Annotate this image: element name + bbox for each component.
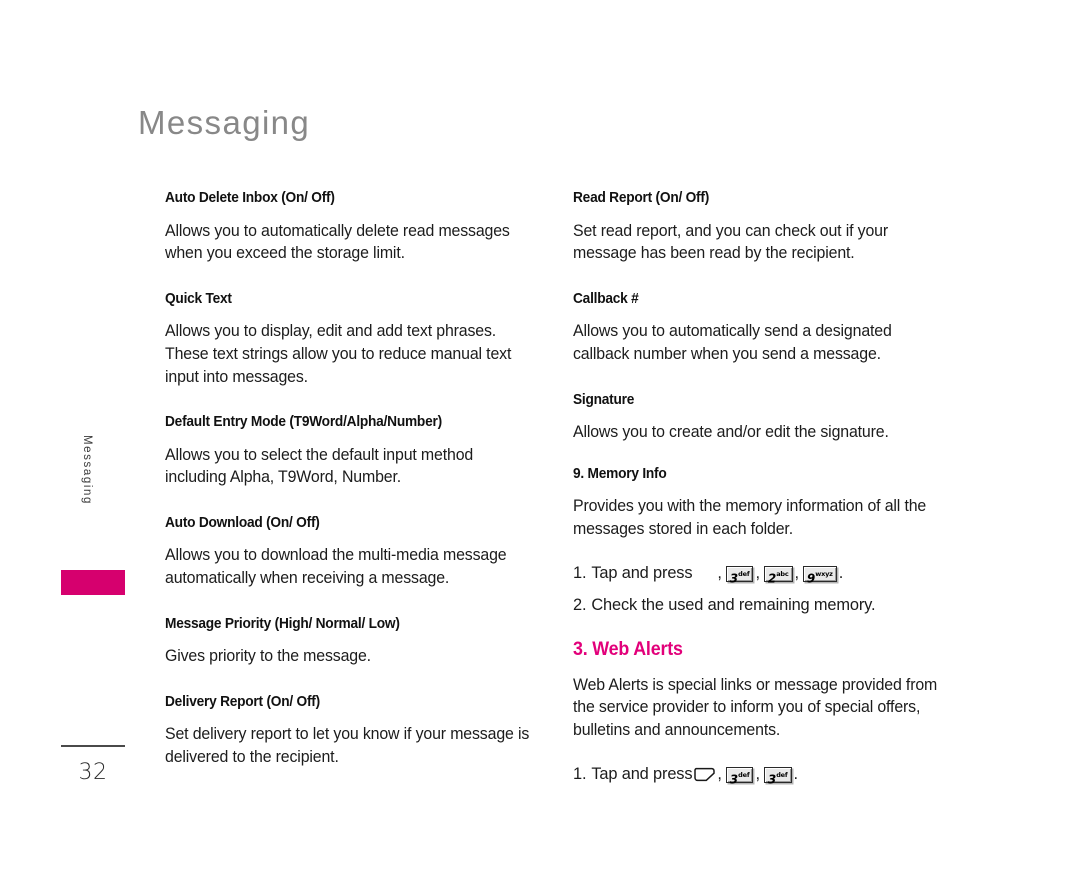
section-body-read-report: Set read report, and you can check out i… <box>573 221 889 263</box>
key-3-def-icon: 3def <box>725 766 754 787</box>
memory-info-step-1-text: Tap and press <box>591 564 693 583</box>
section-heading-memory-info: 9. Memory Info <box>573 465 667 482</box>
key-3-def-icon: 3def <box>763 766 792 787</box>
section-heading-delivery-report: Delivery Report (On/ Off) <box>165 693 320 710</box>
section-body-message-priority: Gives priority to the message. <box>165 647 371 666</box>
key-9-wxyz-icon: 9wxyz <box>802 565 837 586</box>
section-body-signature: Allows you to create and/or edit the sig… <box>573 423 889 442</box>
section-body-callback-number: Allows you to automatically send a desig… <box>573 322 892 363</box>
section-body-auto-download: Allows you to download the multi-media m… <box>165 546 507 588</box>
section-heading-message-priority: Message Priority (High/ Normal/ Low) <box>165 615 400 632</box>
memory-info-step-2: 2. Check the used and remaining memory. <box>573 594 957 616</box>
key-9-wxyz-digit: 9 <box>806 571 815 586</box>
key-3-def-digit: 3 <box>729 772 738 787</box>
memory-info-step-2-number: 2. <box>573 595 587 614</box>
left-column: Auto Delete Inbox (On/ Off) Allows you t… <box>165 190 549 795</box>
key-2-abc-sub: abc <box>776 569 789 578</box>
section-body-memory-info: Provides you with the memory information… <box>573 497 927 538</box>
memory-info-step-1-terminator: . <box>838 564 844 583</box>
footer-divider <box>61 745 125 747</box>
key-3-def-digit: 3 <box>729 571 738 586</box>
web-alerts-step-1-separator-1: , <box>717 765 722 784</box>
section-heading-auto-download: Auto Download (On/ Off) <box>165 514 320 531</box>
section-body-web-alerts: Web Alerts is special links or message p… <box>573 675 938 739</box>
web-alerts-step-1-separator-2: , <box>755 765 760 784</box>
memory-info-step-1-number: 1. <box>573 564 587 583</box>
page-number: 32 <box>78 760 108 785</box>
key-3-def-icon: 3def <box>725 565 754 586</box>
web-alerts-step-1-terminator: . <box>793 765 799 784</box>
web-alerts-step-1-text: Tap and press <box>591 765 693 784</box>
section-body-delivery-report: Set delivery report to let you know if y… <box>165 725 530 767</box>
key-3-def-sub: def <box>776 770 788 779</box>
manual-page: Messaging Messaging 32 Auto Delete Inbox… <box>0 0 1080 896</box>
section-heading-quick-text: Quick Text <box>165 290 232 307</box>
memory-info-step-1: 1. Tap and press , 3def , 2abc , 9wxyz . <box>573 562 957 586</box>
section-body-quick-text: Allows you to display, edit and add text… <box>165 322 512 386</box>
softkey-menu-icon <box>693 767 716 782</box>
section-body-default-entry-mode: Allows you to select the default input m… <box>165 445 474 487</box>
section-heading-web-alerts: 3. Web Alerts <box>573 638 683 660</box>
key-3-def-digit: 3 <box>767 772 776 787</box>
memory-info-step-1-separator-2: , <box>755 564 760 583</box>
key-3-def-sub: def <box>738 569 750 578</box>
web-alerts-step-1-number: 1. <box>573 765 587 784</box>
section-heading-auto-delete-inbox: Auto Delete Inbox (On/ Off) <box>165 190 335 206</box>
memory-info-step-1-separator-1: , <box>717 564 722 583</box>
key-9-wxyz-sub: wxyz <box>815 569 833 578</box>
key-2-abc-digit: 2 <box>767 571 776 586</box>
key-2-abc-icon: 2abc <box>763 565 793 586</box>
section-heading-signature: Signature <box>573 391 635 408</box>
key-3-def-sub: def <box>738 770 750 779</box>
section-heading-default-entry-mode: Default Entry Mode (T9Word/Alpha/Number) <box>165 414 442 431</box>
page-title: Messaging <box>138 104 311 141</box>
section-heading-callback-number: Callback # <box>573 290 639 307</box>
right-column: Read Report (On/ Off) Set read report, a… <box>573 190 957 795</box>
section-body-auto-delete-inbox: Allows you to automatically delete read … <box>165 221 510 263</box>
web-alerts-step-1: 1. Tap and press , 3def , 3def . <box>573 763 957 787</box>
chapter-side-tab-label: Messaging <box>81 434 93 506</box>
section-heading-read-report: Read Report (On/ Off) <box>573 190 710 206</box>
memory-info-step-2-text: Check the used and remaining memory. <box>591 595 876 614</box>
memory-info-step-1-separator-3: , <box>794 564 800 583</box>
chapter-side-tab-marker <box>61 570 125 595</box>
